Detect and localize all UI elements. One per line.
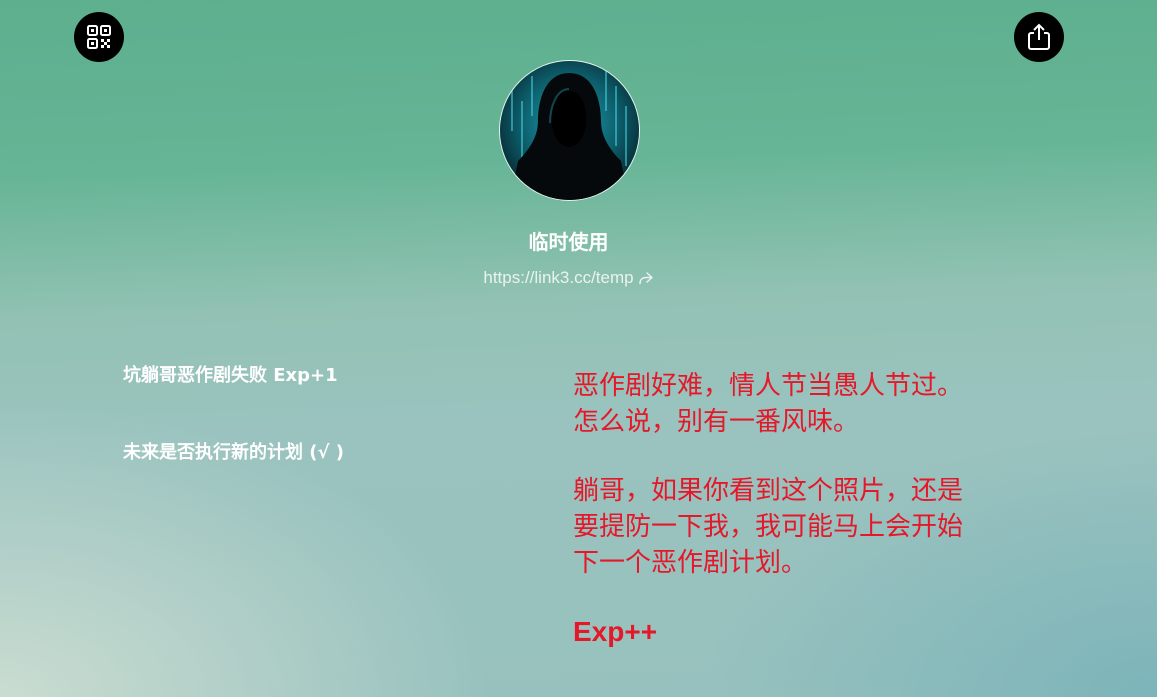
- message-paragraph-1: 恶作剧好难，情人节当愚人节过。 怎么说，别有一番风味。: [573, 368, 1053, 440]
- message-line: 恶作剧好难，情人节当愚人节过。: [573, 371, 964, 401]
- qr-code-icon: [87, 25, 111, 49]
- share-icon: [1028, 23, 1050, 50]
- avatar: [499, 60, 640, 201]
- message-line: 躺哥，如果你看到这个照片，还是: [573, 476, 964, 506]
- message-paragraph-2: 躺哥，如果你看到这个照片，还是 要提防一下我，我可能马上会开始 下一个恶作剧计划…: [573, 473, 1053, 581]
- message-line: 下一个恶作剧计划。: [573, 548, 808, 578]
- note-new-plan: 未来是否执行新的计划 (√ ): [123, 442, 344, 463]
- hooded-figure-avatar: [500, 61, 639, 200]
- share-button[interactable]: [1014, 12, 1064, 62]
- share-arrow-icon: [638, 272, 653, 285]
- message-line: 怎么说，别有一番风味。: [573, 407, 860, 437]
- message-line: 要提防一下我，我可能马上会开始: [573, 512, 964, 542]
- message-footer: Exp++: [573, 616, 658, 647]
- profile-name: 临时使用: [528, 230, 609, 254]
- qr-code-button[interactable]: [74, 12, 124, 62]
- note-failed-prank: 坑躺哥恶作剧失败 Exp+1: [123, 365, 338, 386]
- profile-link-text: https://link3.cc/temp: [483, 268, 634, 287]
- profile-link[interactable]: https://link3.cc/temp: [0, 268, 1137, 288]
